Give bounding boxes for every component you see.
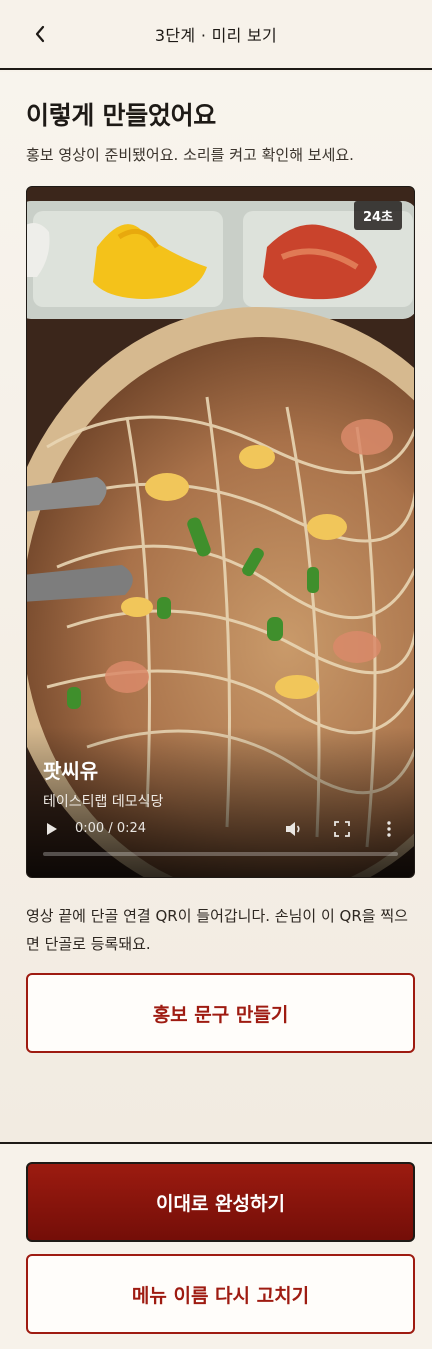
more-vertical-icon[interactable] xyxy=(385,820,393,838)
video-progress-bar[interactable] xyxy=(43,852,398,856)
video-controls: 0:00 / 0:24 xyxy=(27,815,414,845)
video-dish-name: 팟씨유 xyxy=(43,759,99,783)
video-store-name: 테이스티랩 데모식당 xyxy=(43,794,164,810)
main-content: 이렇게 만들었어요 홍보 영상이 준비됐어요. 소리를 켜고 확인해 보세요. xyxy=(0,72,432,1142)
video-player[interactable]: 24초 팟씨유 테이스티랩 데모식당 0:00 / 0:24 xyxy=(26,186,415,878)
header-bar: 3단계 · 미리 보기 xyxy=(0,0,432,70)
section-subtext: 홍보 영상이 준비됐어요. 소리를 켜고 확인해 보세요. xyxy=(26,146,354,164)
page-title: 3단계 · 미리 보기 xyxy=(154,26,278,45)
edit-menu-name-button[interactable]: 메뉴 이름 다시 고치기 xyxy=(26,1254,415,1334)
video-time-display: 0:00 / 0:24 xyxy=(75,821,147,836)
bottom-action-bar: 이대로 완성하기 메뉴 이름 다시 고치기 xyxy=(0,1142,432,1349)
complete-button[interactable]: 이대로 완성하기 xyxy=(26,1162,415,1242)
qr-info-text: 영상 끝에 단골 연결 QR이 들어갑니다. 손님이 이 QR을 찍으면 단골로… xyxy=(26,907,408,953)
duration-badge: 24초 xyxy=(353,201,402,230)
fullscreen-icon[interactable] xyxy=(334,821,350,837)
section-heading: 이렇게 만들었어요 xyxy=(26,101,217,130)
create-promo-text-button[interactable]: 홍보 문구 만들기 xyxy=(26,973,415,1053)
play-icon[interactable] xyxy=(45,821,59,837)
volume-icon[interactable] xyxy=(285,821,303,837)
